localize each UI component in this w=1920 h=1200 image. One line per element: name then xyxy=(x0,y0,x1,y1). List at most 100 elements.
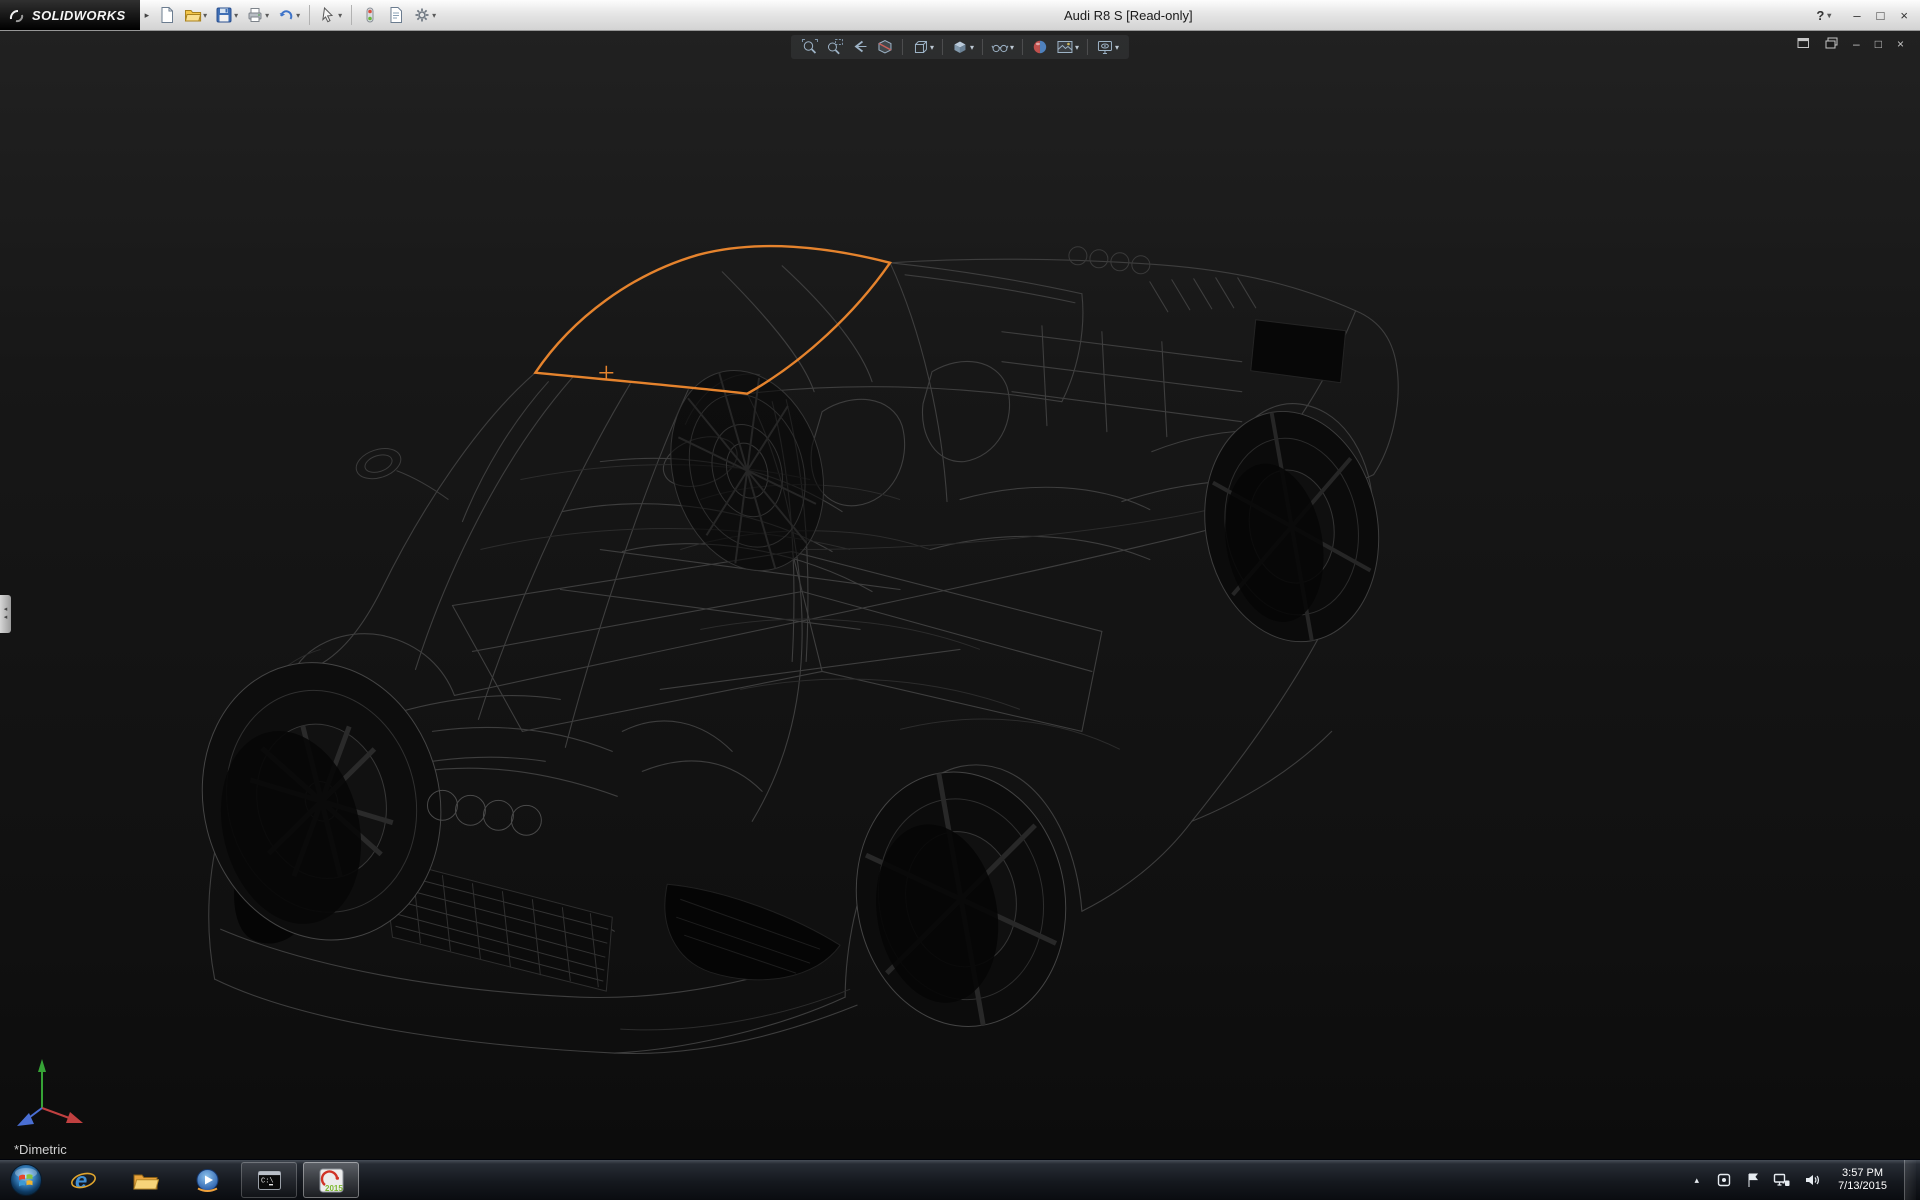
document-maximize-button[interactable]: □ xyxy=(1875,38,1882,50)
select-cursor-icon xyxy=(319,6,337,24)
taskbar-media-player-button[interactable] xyxy=(179,1162,235,1198)
menu-flyout-arrow[interactable]: ▸ xyxy=(140,10,155,21)
action-center-flag-icon[interactable] xyxy=(1745,1172,1760,1188)
print-button[interactable]: ▾ xyxy=(243,3,272,27)
show-desktop-button[interactable] xyxy=(1904,1160,1916,1200)
clock-time: 3:57 PM xyxy=(1838,1167,1887,1180)
new-document-icon xyxy=(158,6,176,24)
display-style-button[interactable]: ▾ xyxy=(948,37,977,57)
edit-appearance-button[interactable] xyxy=(1028,37,1052,57)
view-settings-icon xyxy=(1096,38,1114,56)
selected-windshield-face[interactable] xyxy=(535,246,890,394)
view-orientation-cube-icon xyxy=(911,38,929,56)
clock-date: 7/13/2015 xyxy=(1838,1180,1887,1193)
zoom-to-area-icon xyxy=(826,38,844,56)
hud-separator xyxy=(1022,39,1023,55)
view-orientation-label: *Dimetric xyxy=(14,1142,67,1157)
rear-right-wheel xyxy=(1187,398,1396,656)
previous-view-button[interactable] xyxy=(848,37,872,57)
folder-icon xyxy=(132,1168,159,1193)
close-button[interactable]: × xyxy=(1900,9,1908,22)
maximize-button[interactable]: □ xyxy=(1877,9,1885,22)
undo-dropdown: ▾ xyxy=(296,11,300,20)
previous-view-icon xyxy=(851,38,869,56)
taskbar-windows-explorer-button[interactable] xyxy=(117,1162,173,1198)
taskbar-clock[interactable]: 3:57 PM 7/13/2015 xyxy=(1834,1167,1891,1193)
brand-label: SOLIDWORKS xyxy=(32,8,126,23)
cascade-window-button[interactable] xyxy=(1825,37,1838,51)
svg-text:e: e xyxy=(75,1168,87,1193)
mouse-cursor-cross xyxy=(599,366,613,380)
view-orientation-button[interactable]: ▾ xyxy=(908,37,937,57)
volume-icon[interactable] xyxy=(1804,1172,1821,1188)
tile-window-button[interactable] xyxy=(1797,37,1810,51)
section-view-icon xyxy=(876,38,894,56)
view-settings-dropdown: ▾ xyxy=(1115,43,1119,52)
solidworks-version-badge: 2015 xyxy=(325,1184,343,1193)
minimize-button[interactable]: – xyxy=(1853,9,1860,22)
toolbar-separator xyxy=(309,5,310,25)
document-close-button[interactable]: × xyxy=(1897,38,1904,50)
undo-button[interactable]: ▾ xyxy=(274,3,303,27)
view-settings-button[interactable]: ▾ xyxy=(1093,37,1122,57)
help-glyph: ? xyxy=(1816,8,1824,23)
save-dropdown: ▾ xyxy=(234,11,238,20)
car-model-wireframe xyxy=(0,30,1920,1160)
hide-show-glasses-icon xyxy=(991,38,1009,56)
hud-separator xyxy=(942,39,943,55)
help-dropdown: ▾ xyxy=(1827,11,1831,20)
display-style-dropdown: ▾ xyxy=(970,43,974,52)
save-button[interactable]: ▾ xyxy=(212,3,241,27)
rebuild-stoplight-icon xyxy=(361,6,379,24)
zoom-to-area-button[interactable] xyxy=(823,37,847,57)
hide-show-dropdown: ▾ xyxy=(1010,43,1014,52)
document-minimize-button[interactable]: – xyxy=(1853,38,1860,50)
view-orientation-dropdown: ▾ xyxy=(930,43,934,52)
taskbar-command-prompt-button[interactable]: C:\ xyxy=(241,1162,297,1198)
edit-appearance-ball-icon xyxy=(1031,38,1049,56)
titlebar: SOLIDWORKS ▸ ▾ ▾ ▾ ▾ xyxy=(0,0,1920,31)
system-tray: ▴ 3:57 PM xyxy=(1691,1160,1920,1200)
rear-left-wheel xyxy=(836,755,1085,1043)
zoom-to-fit-icon xyxy=(801,38,819,56)
orientation-triad xyxy=(8,1050,100,1136)
help-button[interactable]: ? ▾ xyxy=(1816,8,1831,23)
feature-panel-collapse-tab[interactable]: ◂ ◂ xyxy=(0,595,11,633)
new-document-button[interactable] xyxy=(155,3,179,27)
file-properties-icon xyxy=(387,6,405,24)
select-dropdown: ▾ xyxy=(338,11,342,20)
taskbar-solidworks-button[interactable]: 2015 xyxy=(303,1162,359,1198)
document-window-controls: – □ × xyxy=(1797,37,1904,51)
options-dropdown: ▾ xyxy=(432,11,436,20)
apply-scene-dropdown: ▾ xyxy=(1075,43,1079,52)
windows-start-orb-icon xyxy=(9,1163,43,1197)
front-rings-badge xyxy=(427,790,541,835)
options-button[interactable]: ▾ xyxy=(410,3,439,27)
start-button[interactable] xyxy=(0,1160,52,1200)
tray-app-icon[interactable] xyxy=(1716,1172,1732,1188)
select-button[interactable]: ▾ xyxy=(316,3,345,27)
network-icon[interactable] xyxy=(1773,1172,1791,1188)
collapse-arrow: ◂ xyxy=(4,606,8,614)
file-properties-button[interactable] xyxy=(384,3,408,27)
solidworks-menu[interactable]: SOLIDWORKS xyxy=(0,0,140,30)
heads-up-view-toolbar: ▾ ▾ ▾ xyxy=(791,35,1129,59)
command-prompt-icon: C:\ xyxy=(256,1168,283,1193)
hidden-icons-chevron[interactable]: ▴ xyxy=(1691,1171,1704,1190)
rebuild-button[interactable] xyxy=(358,3,382,27)
section-view-button[interactable] xyxy=(873,37,897,57)
taskbar-internet-explorer-button[interactable]: e xyxy=(55,1162,111,1198)
internet-explorer-icon: e xyxy=(70,1167,97,1194)
graphics-viewport[interactable]: ▾ ▾ ▾ xyxy=(0,30,1920,1160)
hide-show-items-button[interactable]: ▾ xyxy=(988,37,1017,57)
hud-separator xyxy=(902,39,903,55)
apply-scene-button[interactable]: ▾ xyxy=(1053,37,1082,57)
side-mirror xyxy=(352,443,448,499)
solidworks-app-icon: 2015 xyxy=(318,1167,345,1194)
apply-scene-icon xyxy=(1056,38,1074,56)
selected-face-highlight xyxy=(535,246,890,394)
window-controls: – □ × xyxy=(1845,9,1920,22)
collapse-arrow: ◂ xyxy=(4,614,8,622)
zoom-to-fit-button[interactable] xyxy=(798,37,822,57)
open-button[interactable]: ▾ xyxy=(181,3,210,27)
